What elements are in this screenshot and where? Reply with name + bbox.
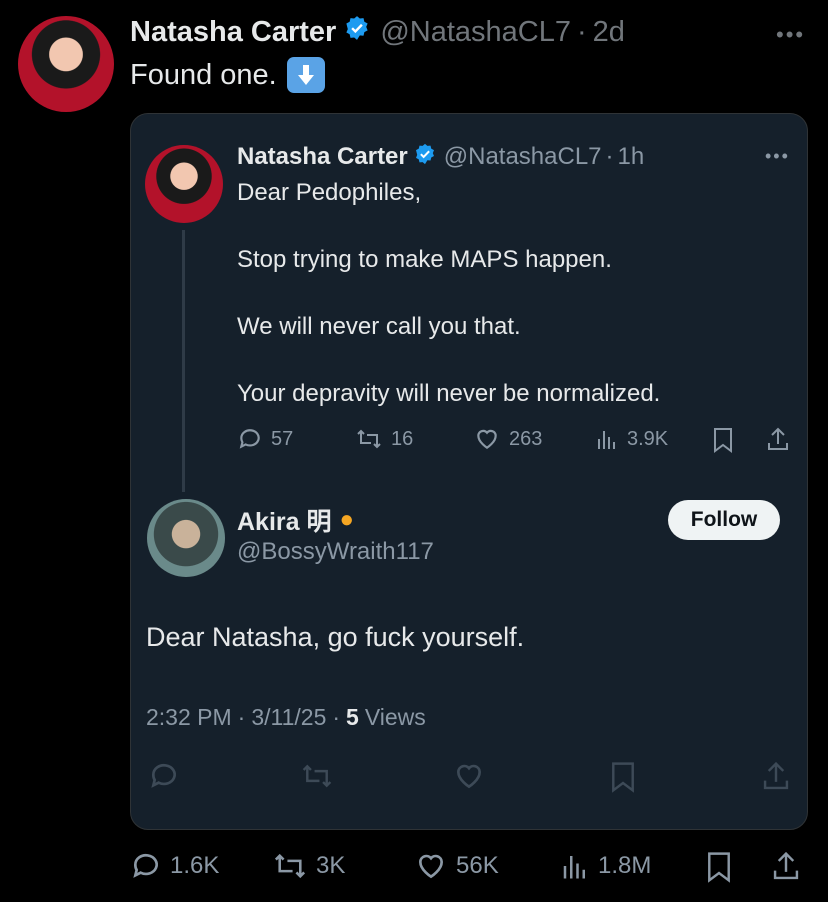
dot-separator: · — [576, 15, 587, 48]
reply-icon — [237, 426, 263, 452]
outer-handle[interactable]: @NatashaCL7 — [380, 16, 571, 49]
follow-button[interactable]: Follow — [668, 500, 780, 540]
quoted-body: Dear Pedophiles, Stop trying to make MAP… — [237, 176, 660, 411]
outer-avatar[interactable] — [18, 16, 114, 112]
outer-author-name[interactable]: Natasha Carter — [130, 16, 336, 49]
views-count: 1.8M — [598, 852, 652, 879]
reply-icon — [130, 850, 162, 882]
reply-action[interactable]: 1.6K — [130, 850, 219, 882]
outer-text-body: Found one. — [130, 58, 277, 91]
share-icon[interactable] — [760, 760, 792, 799]
like-action[interactable]: 56K — [414, 850, 499, 882]
lion-emoji-icon: ● — [339, 506, 354, 533]
dot-separator: · — [332, 704, 341, 730]
dot-separator: · — [237, 704, 246, 730]
verified-badge-icon — [414, 143, 436, 172]
views-chart-icon — [595, 426, 619, 452]
bookmark-icon[interactable] — [704, 850, 734, 891]
repost-icon[interactable] — [300, 760, 334, 797]
repost-icon — [272, 850, 308, 882]
reply-date[interactable]: 3/11/25 — [251, 704, 326, 731]
like-count: 263 — [509, 427, 543, 450]
outer-text: Found one. — [130, 56, 325, 94]
repost-count: 16 — [391, 427, 414, 450]
views-chart-icon — [560, 850, 590, 882]
repost-action[interactable]: 16 — [355, 426, 413, 452]
quoted-author-name[interactable]: Natasha Carter — [237, 143, 408, 171]
heart-icon[interactable] — [452, 760, 486, 797]
quoted-line: Stop trying to make MAPS happen. — [237, 246, 612, 273]
verified-badge-icon — [344, 15, 370, 49]
quoted-line: We will never call you that. — [237, 313, 521, 340]
bookmark-icon[interactable] — [711, 426, 735, 460]
bookmark-icon[interactable] — [608, 760, 638, 799]
repost-action[interactable]: 3K — [272, 850, 345, 882]
outer-time[interactable]: 2d — [593, 16, 625, 49]
quoted-line: Dear Pedophiles, — [237, 179, 422, 206]
share-icon[interactable] — [765, 426, 791, 460]
reply-action[interactable]: 57 — [237, 426, 293, 452]
reply-count: 1.6K — [170, 852, 220, 879]
reply-views-label: Views — [364, 704, 426, 730]
repost-count: 3K — [316, 852, 346, 879]
quoted-more-icon[interactable]: ••• — [765, 146, 790, 167]
outer-actions: 1.6K 3K 56K 1.8M — [130, 848, 810, 888]
quoted-actions: 57 16 263 3.9K — [237, 422, 797, 456]
reply-avatar[interactable] — [147, 499, 225, 577]
reply-count: 57 — [271, 427, 294, 450]
quoted-time[interactable]: 1h — [618, 143, 645, 171]
quoted-avatar[interactable] — [145, 145, 223, 223]
quoted-header: Natasha Carter @NatashaCL7 · 1h — [237, 141, 644, 173]
quoted-card[interactable]: Natasha Carter @NatashaCL7 · 1h ••• Dear… — [130, 113, 808, 830]
quoted-handle[interactable]: @NatashaCL7 — [444, 143, 602, 171]
reply-handle[interactable]: @BossyWraith117 — [237, 538, 434, 566]
like-count: 56K — [456, 852, 499, 879]
reply-time[interactable]: 2:32 PM — [146, 704, 232, 731]
reply-meta: 2:32 PM · 3/11/25 · 5 Views — [146, 704, 426, 731]
outer-more-icon[interactable]: ••• — [776, 22, 805, 48]
quoted-line: Your depravity will never be normalized. — [237, 380, 661, 407]
dot-separator: · — [605, 143, 614, 170]
outer-header: Natasha Carter @NatashaCL7 · 2d — [130, 12, 625, 52]
views-action[interactable]: 3.9K — [595, 426, 668, 452]
reply-text: Dear Natasha, go fuck yourself. — [146, 622, 525, 652]
repost-icon — [355, 426, 383, 452]
reply-actions — [146, 760, 796, 794]
thread-line — [182, 230, 185, 492]
heart-icon — [414, 850, 448, 882]
reply-header: Akira 明 ● — [237, 504, 354, 536]
views-count: 3.9K — [627, 427, 669, 450]
reply-author-name[interactable]: Akira 明 — [237, 502, 331, 538]
reply-icon[interactable] — [148, 760, 180, 797]
heart-icon — [473, 426, 501, 452]
views-action[interactable]: 1.8M — [560, 850, 651, 882]
reply-views-count: 5 — [346, 704, 359, 730]
down-arrow-emoji-icon — [286, 57, 325, 93]
share-icon[interactable] — [770, 850, 802, 891]
like-action[interactable]: 263 — [473, 426, 542, 452]
